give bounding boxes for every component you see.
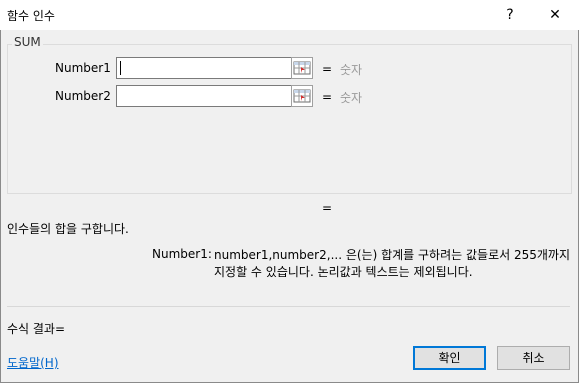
number2-range-select-button[interactable] xyxy=(291,85,313,107)
arg-help-text: number1,number2,... 은(는) 합계를 구하려는 값들로서 2… xyxy=(214,248,570,279)
number2-input[interactable] xyxy=(116,85,292,107)
close-button[interactable]: ✕ xyxy=(535,2,575,28)
help-button[interactable]: ? xyxy=(490,2,530,28)
range-select-icon xyxy=(293,89,311,103)
divider xyxy=(7,306,570,307)
range-select-icon xyxy=(293,61,311,75)
ok-button[interactable]: 확인 xyxy=(413,346,486,370)
arg-help-label: Number1: xyxy=(152,247,212,261)
arg-label-number1: Number1 xyxy=(55,61,111,75)
number2-value-hint: 숫자 xyxy=(340,91,363,105)
dialog-title: 함수 인수 xyxy=(7,9,55,23)
number1-range-select-button[interactable] xyxy=(291,57,313,79)
equals-sign: = xyxy=(322,62,333,76)
text-caret xyxy=(120,61,121,75)
number1-input[interactable] xyxy=(116,57,292,79)
help-link[interactable]: 도움말(H) xyxy=(7,354,59,371)
equals-sign: = xyxy=(322,90,333,104)
arg-label-number2: Number2 xyxy=(55,89,111,103)
formula-result: 수식 결과= xyxy=(7,322,66,336)
title-bar: 함수 인수 ? ✕ xyxy=(0,0,579,30)
number1-value-hint: 숫자 xyxy=(340,63,363,77)
function-result-equals: = xyxy=(322,201,333,215)
function-description: 인수들의 합을 구합니다. xyxy=(7,222,129,236)
function-name: SUM xyxy=(12,35,43,49)
cancel-button[interactable]: 취소 xyxy=(497,346,570,370)
